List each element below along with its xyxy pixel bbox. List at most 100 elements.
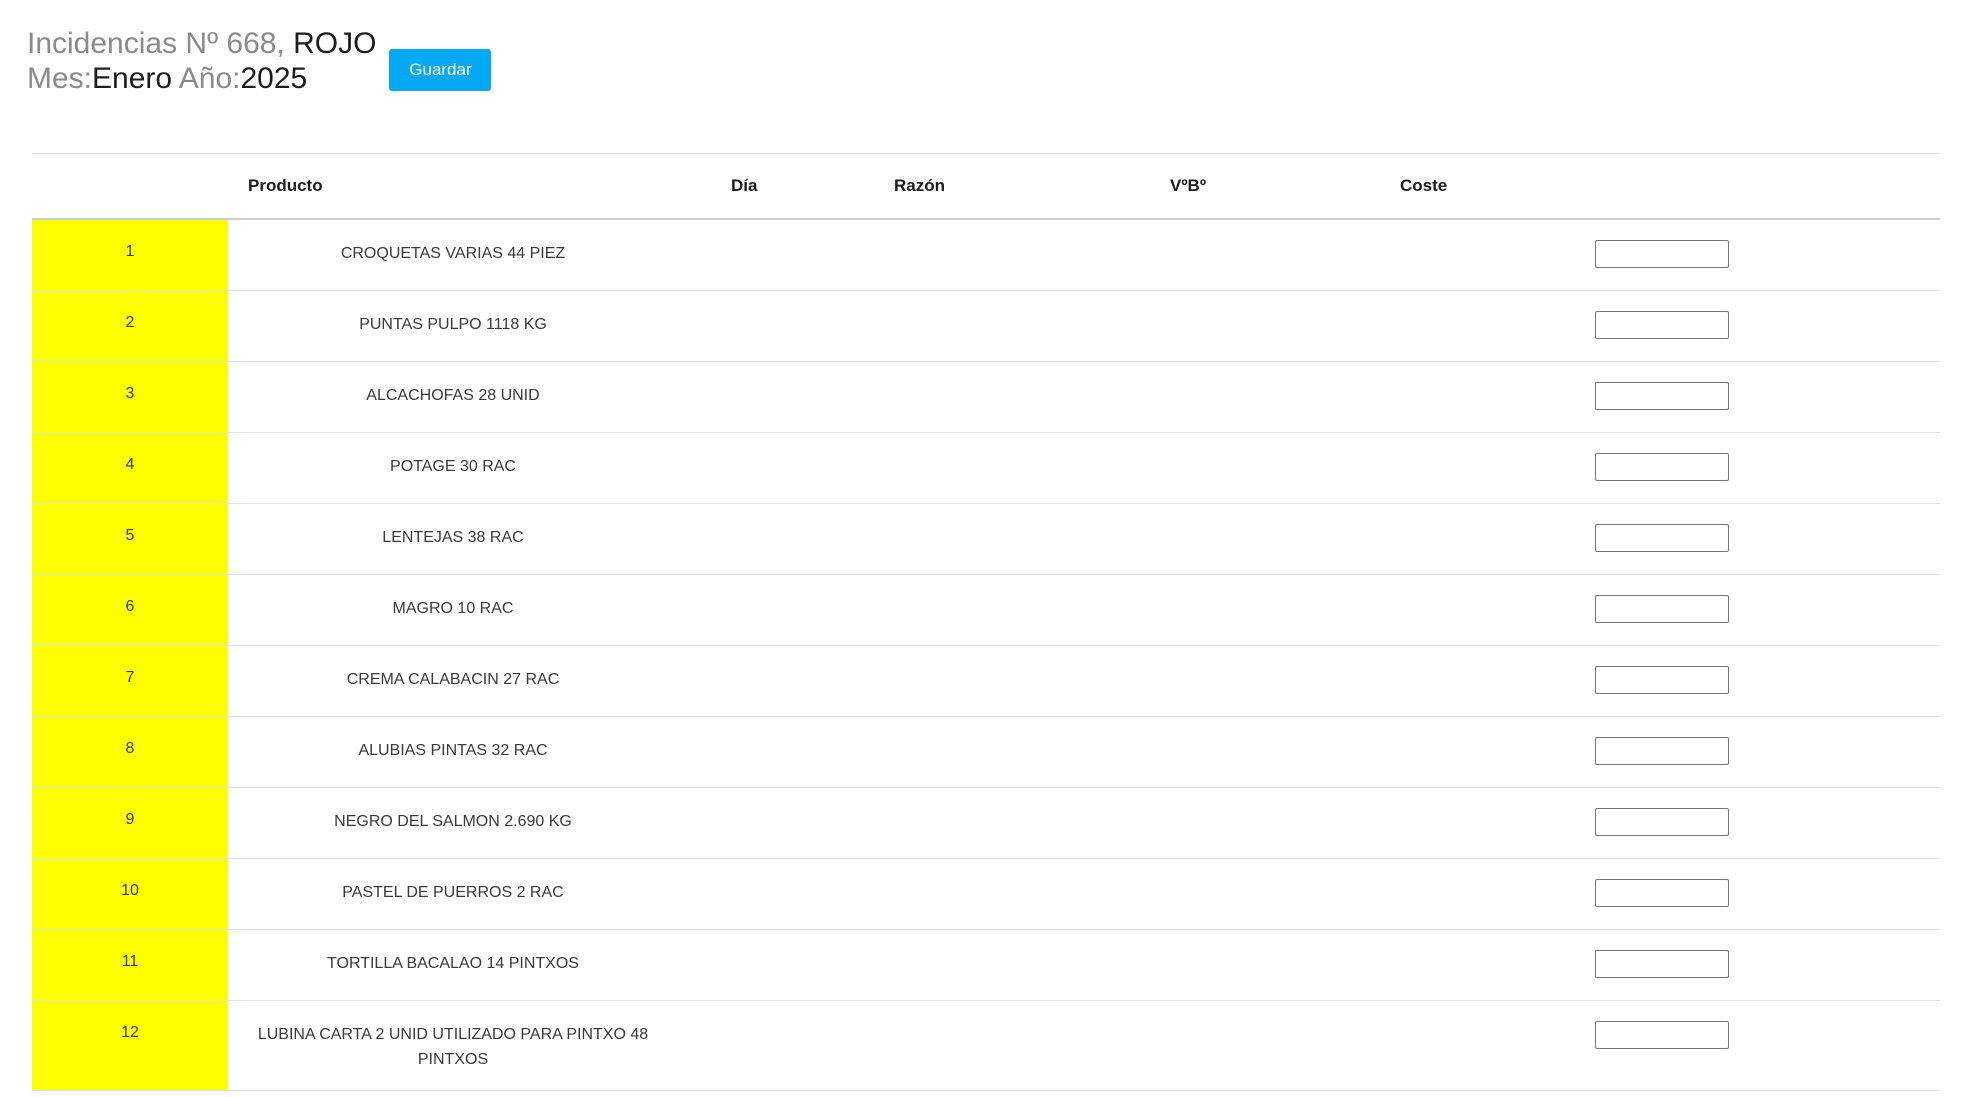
coste-cell bbox=[1394, 787, 1572, 859]
cost-input-cell bbox=[1572, 503, 1940, 575]
coste-cell bbox=[1394, 645, 1572, 717]
razon-cell bbox=[885, 574, 1161, 646]
incident-number: Incidencias Nº 668, bbox=[27, 27, 285, 60]
dia-cell bbox=[678, 645, 885, 717]
cost-input[interactable] bbox=[1595, 523, 1729, 552]
column-header-num bbox=[32, 153, 228, 220]
row-number: 8 bbox=[32, 716, 228, 788]
table-row: 10 PASTEL DE PUERROS 2 RAC bbox=[32, 858, 1940, 930]
cost-input[interactable] bbox=[1595, 807, 1729, 836]
product-cell: LUBINA CARTA 2 UNID UTILIZADO PARA PINTX… bbox=[228, 1000, 678, 1091]
table-row: 3 ALCACHOFAS 28 UNID bbox=[32, 361, 1940, 433]
cost-input[interactable] bbox=[1595, 1020, 1729, 1049]
product-cell: CROQUETAS VARIAS 44 PIEZ bbox=[228, 219, 678, 291]
vobo-cell bbox=[1161, 361, 1394, 433]
product-cell: PUNTAS PULPO 1118 KG bbox=[228, 290, 678, 362]
razon-cell bbox=[885, 787, 1161, 859]
cost-input-cell bbox=[1572, 361, 1940, 433]
month-label: Mes: bbox=[27, 62, 93, 95]
save-button[interactable]: Guardar bbox=[389, 49, 492, 91]
cost-input[interactable] bbox=[1595, 240, 1729, 268]
razon-cell bbox=[885, 929, 1161, 1001]
cost-input[interactable] bbox=[1595, 594, 1729, 623]
cost-input[interactable] bbox=[1595, 310, 1729, 339]
row-number: 12 bbox=[32, 1000, 228, 1091]
row-number: 3 bbox=[32, 361, 228, 433]
table-row: 6 MAGRO 10 RAC bbox=[32, 574, 1940, 646]
dia-cell bbox=[678, 219, 885, 291]
razon-cell bbox=[885, 1000, 1161, 1091]
product-cell: NEGRO DEL SALMON 2.690 KG bbox=[228, 787, 678, 859]
column-header-vobo: VºBº bbox=[1161, 153, 1394, 220]
product-cell: MAGRO 10 RAC bbox=[228, 574, 678, 646]
title-line-2: Mes:Enero Año:2025 bbox=[27, 61, 376, 96]
column-header-razon: Razón bbox=[885, 153, 1161, 220]
table-row: 12 LUBINA CARTA 2 UNID UTILIZADO PARA PIN… bbox=[32, 1000, 1940, 1091]
vobo-cell bbox=[1161, 929, 1394, 1001]
cost-input[interactable] bbox=[1595, 381, 1729, 410]
cost-input[interactable] bbox=[1595, 736, 1729, 765]
column-header-producto: Producto bbox=[228, 153, 678, 220]
cost-input-cell bbox=[1572, 290, 1940, 362]
table-row: 5 LENTEJAS 38 RAC bbox=[32, 503, 1940, 575]
dia-cell bbox=[678, 574, 885, 646]
coste-cell bbox=[1394, 1000, 1572, 1091]
coste-cell bbox=[1394, 290, 1572, 362]
razon-cell bbox=[885, 716, 1161, 788]
product-cell: TORTILLA BACALAO 14 PINTXOS bbox=[228, 929, 678, 1001]
year-value: 2025 bbox=[240, 62, 308, 95]
title-line-1: Incidencias Nº 668, ROJO bbox=[27, 26, 376, 61]
row-number: 4 bbox=[32, 432, 228, 504]
product-cell: LENTEJAS 38 RAC bbox=[228, 503, 678, 575]
table-row: 7 CREMA CALABACIN 27 RAC bbox=[32, 645, 1940, 717]
column-header-input bbox=[1572, 153, 1940, 220]
coste-cell bbox=[1394, 716, 1572, 788]
dia-cell bbox=[678, 858, 885, 930]
column-header-dia: Día bbox=[678, 153, 885, 220]
dia-cell bbox=[678, 503, 885, 575]
cost-input[interactable] bbox=[1595, 878, 1729, 907]
cost-input-cell bbox=[1572, 219, 1940, 291]
coste-cell bbox=[1394, 432, 1572, 504]
vobo-cell bbox=[1161, 432, 1394, 504]
dia-cell bbox=[678, 1000, 885, 1091]
cost-input-cell bbox=[1572, 574, 1940, 646]
product-cell: PASTEL DE PUERROS 2 RAC bbox=[228, 858, 678, 930]
dia-cell bbox=[678, 929, 885, 1001]
dia-cell bbox=[678, 787, 885, 859]
row-number: 2 bbox=[32, 290, 228, 362]
table-row: 9 NEGRO DEL SALMON 2.690 KG bbox=[32, 787, 1940, 859]
cost-input-cell bbox=[1572, 929, 1940, 1001]
dia-cell bbox=[678, 290, 885, 362]
razon-cell bbox=[885, 503, 1161, 575]
cost-input-cell bbox=[1572, 645, 1940, 717]
row-number: 7 bbox=[32, 645, 228, 717]
product-cell: CREMA CALABACIN 27 RAC bbox=[228, 645, 678, 717]
incidents-table: Producto Día Razón VºBº Coste 1 CROQUETAS… bbox=[32, 153, 1940, 1091]
razon-cell bbox=[885, 858, 1161, 930]
cost-input[interactable] bbox=[1595, 949, 1729, 978]
incidents-table-wrapper: Producto Día Razón VºBº Coste 1 CROQUETAS… bbox=[32, 153, 1940, 1091]
vobo-cell bbox=[1161, 219, 1394, 291]
dia-cell bbox=[678, 716, 885, 788]
product-cell: ALUBIAS PINTAS 32 RAC bbox=[228, 716, 678, 788]
dia-cell bbox=[678, 361, 885, 433]
coste-cell bbox=[1394, 929, 1572, 1001]
cost-input-cell bbox=[1572, 787, 1940, 859]
cost-input[interactable] bbox=[1595, 452, 1729, 481]
table-header-row: Producto Día Razón VºBº Coste bbox=[32, 153, 1940, 220]
razon-cell bbox=[885, 219, 1161, 291]
cost-input[interactable] bbox=[1595, 665, 1729, 694]
razon-cell bbox=[885, 432, 1161, 504]
month-value: Enero bbox=[92, 62, 173, 95]
coste-cell bbox=[1394, 574, 1572, 646]
table-row: 4 POTAGE 30 RAC bbox=[32, 432, 1940, 504]
row-number: 11 bbox=[32, 929, 228, 1001]
row-number: 1 bbox=[32, 219, 228, 291]
coste-cell bbox=[1394, 361, 1572, 433]
page: Incidencias Nº 668, ROJO Mes:Enero Año:2… bbox=[0, 0, 1971, 1097]
vobo-cell bbox=[1161, 574, 1394, 646]
cost-input-cell bbox=[1572, 858, 1940, 930]
cost-input-cell bbox=[1572, 1000, 1940, 1091]
column-header-coste: Coste bbox=[1394, 153, 1572, 220]
